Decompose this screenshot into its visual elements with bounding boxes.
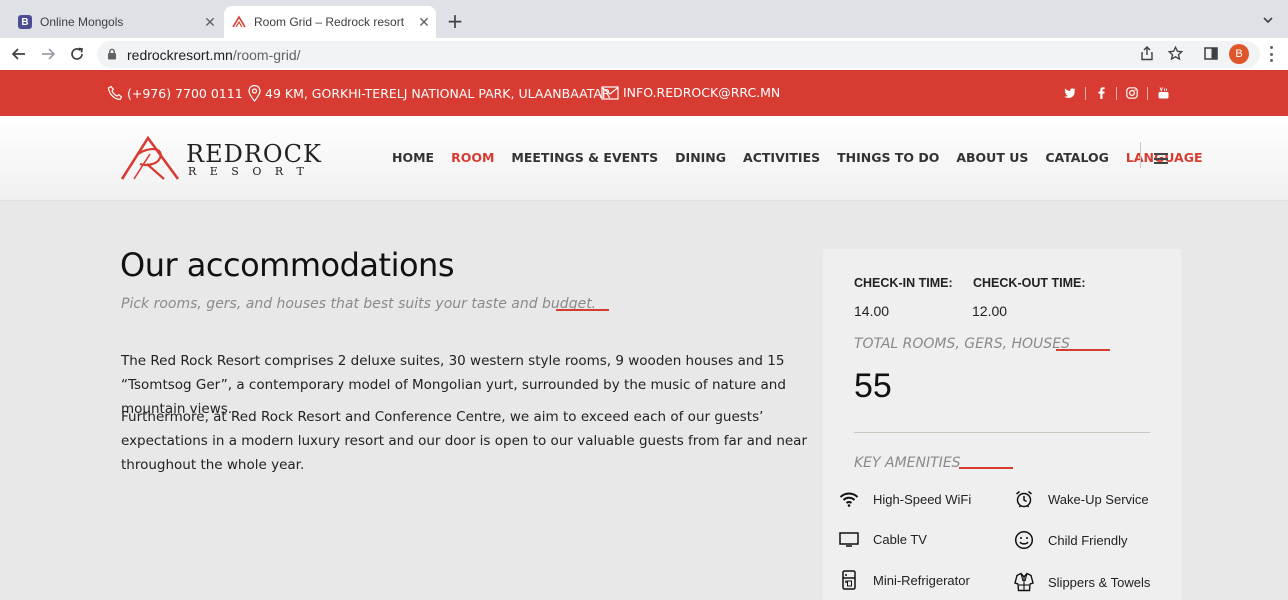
redrock-favicon-icon	[232, 15, 246, 28]
address-contact[interactable]: 49 KM, GORKHI-TERELJ NATIONAL PARK, ULAA…	[248, 85, 611, 102]
browser-tab-online-mongols[interactable]: B Online Mongols ✕	[10, 6, 222, 38]
subtitle-accent-line	[556, 309, 609, 311]
bookmark-star-icon[interactable]	[1166, 44, 1184, 62]
nav-item-home[interactable]: HOME	[392, 150, 434, 165]
amenity-label: Mini-Refrigerator	[873, 572, 970, 588]
smiley-icon	[1013, 529, 1035, 551]
amenity-label: Cable TV	[873, 531, 927, 547]
nav-item-dining[interactable]: DINING	[675, 150, 726, 165]
main-navigation: HOME ROOM MEETINGS & EVENTS DINING ACTIV…	[392, 150, 1220, 165]
logo-sub-text: RESORT	[188, 165, 318, 178]
checkout-label: CHECK-OUT TIME:	[973, 276, 1086, 290]
side-panel-icon[interactable]	[1202, 44, 1220, 62]
nav-item-activities[interactable]: ACTIVITIES	[743, 150, 820, 165]
total-rooms-label: TOTAL ROOMS, GERS, HOUSES	[854, 336, 1070, 352]
amenity-item: Child Friendly	[1013, 529, 1127, 551]
tv-icon	[838, 528, 860, 550]
browser-tabstrip: B Online Mongols ✕ Room Grid – Redrock r…	[0, 0, 1288, 38]
browser-menu-icon[interactable]	[1264, 46, 1278, 62]
location-pin-icon	[248, 85, 261, 102]
wifi-icon	[838, 488, 860, 510]
refrigerator-icon	[838, 569, 860, 591]
tab-title: Online Mongols	[40, 15, 124, 29]
room-info-panel: CHECK-IN TIME: 14.00 CHECK-OUT TIME: 12.…	[823, 249, 1181, 600]
nav-item-things-to-do[interactable]: THINGS TO DO	[837, 150, 939, 165]
key-amenities-label: KEY AMENITIES	[854, 455, 961, 471]
hamburger-menu-icon[interactable]	[1154, 153, 1168, 164]
chevron-down-icon[interactable]	[1262, 14, 1274, 26]
facebook-icon[interactable]	[1086, 85, 1116, 101]
checkout-value: 12.00	[972, 303, 1008, 319]
profile-avatar[interactable]: B	[1229, 44, 1249, 64]
page-title: Our accommodations	[120, 246, 454, 284]
close-tab-icon[interactable]: ✕	[202, 14, 218, 30]
amenity-label: Wake-Up Service	[1048, 491, 1149, 507]
phone-contact[interactable]: (+976) 7700 0111	[107, 85, 243, 101]
new-tab-button[interactable]: +	[444, 11, 466, 33]
bootstrap-favicon-icon: B	[18, 15, 32, 29]
reload-icon[interactable]	[65, 42, 89, 66]
nav-item-meetings-events[interactable]: MEETINGS & EVENTS	[511, 150, 658, 165]
amenity-label: Child Friendly	[1048, 532, 1128, 548]
browser-tab-room-grid[interactable]: Room Grid – Redrock resort ✕	[224, 6, 436, 38]
phone-icon	[107, 85, 123, 101]
total-accent-line	[1056, 349, 1110, 351]
alarm-clock-icon	[1013, 488, 1035, 510]
address-text: 49 KM, GORKHI-TERELJ NATIONAL PARK, ULAA…	[265, 86, 611, 101]
page-subtitle: Pick rooms, gers, and houses that best s…	[121, 296, 597, 312]
redrock-logo[interactable]: REDROCK RESORT	[120, 134, 322, 184]
nav-item-room[interactable]: ROOM	[451, 150, 494, 165]
social-links	[1055, 85, 1178, 101]
instagram-icon[interactable]	[1117, 85, 1147, 101]
address-bar[interactable]: redrockresort.mn/room-grid/	[97, 41, 1260, 68]
nav-divider	[1140, 142, 1141, 168]
panel-divider	[854, 432, 1150, 433]
amenity-item: Cable TV	[838, 528, 927, 550]
total-rooms-value: 55	[854, 367, 892, 405]
twitter-icon[interactable]	[1055, 85, 1085, 101]
url-text: redrockresort.mn/room-grid/	[127, 47, 301, 63]
amenity-item: Slippers & Towels	[1013, 571, 1150, 593]
site-header: REDROCK RESORT HOME ROOM MEETINGS & EVEN…	[0, 116, 1288, 201]
intro-paragraph: Furthermore, at Red Rock Resort and Conf…	[121, 409, 808, 473]
phone-text: (+976) 7700 0111	[127, 85, 243, 101]
amenities-accent-line	[959, 467, 1013, 469]
bathrobe-icon	[1013, 571, 1035, 593]
amenity-item: High-Speed WiFi	[838, 488, 971, 510]
email-text: INFO.REDROCK@RRC.MN	[623, 85, 781, 100]
checkin-value: 14.00	[854, 303, 890, 319]
lock-icon[interactable]	[107, 48, 117, 60]
youtube-icon[interactable]	[1148, 85, 1178, 101]
amenity-label: High-Speed WiFi	[873, 491, 972, 507]
browser-toolbar: redrockresort.mn/room-grid/ B	[0, 38, 1288, 70]
close-tab-icon[interactable]: ✕	[416, 14, 432, 30]
envelope-icon	[601, 85, 619, 100]
amenity-item: Mini-Refrigerator	[838, 569, 970, 591]
nav-item-catalog[interactable]: CATALOG	[1045, 150, 1109, 165]
amenity-label: Slippers & Towels	[1048, 574, 1151, 590]
nav-item-about-us[interactable]: ABOUT US	[956, 150, 1028, 165]
amenity-item: Wake-Up Service	[1013, 488, 1149, 510]
redrock-mountain-mark-icon	[120, 135, 180, 180]
contact-topbar: (+976) 7700 0111 49 KM, GORKHI-TERELJ NA…	[0, 70, 1288, 116]
logo-brand-text: REDROCK	[186, 140, 322, 168]
share-icon[interactable]	[1138, 44, 1156, 62]
back-icon[interactable]	[7, 42, 31, 66]
email-contact[interactable]: INFO.REDROCK@RRC.MN	[601, 85, 780, 100]
checkin-label: CHECK-IN TIME:	[854, 276, 953, 290]
forward-icon[interactable]	[36, 42, 60, 66]
tab-title: Room Grid – Redrock resort	[254, 15, 405, 29]
